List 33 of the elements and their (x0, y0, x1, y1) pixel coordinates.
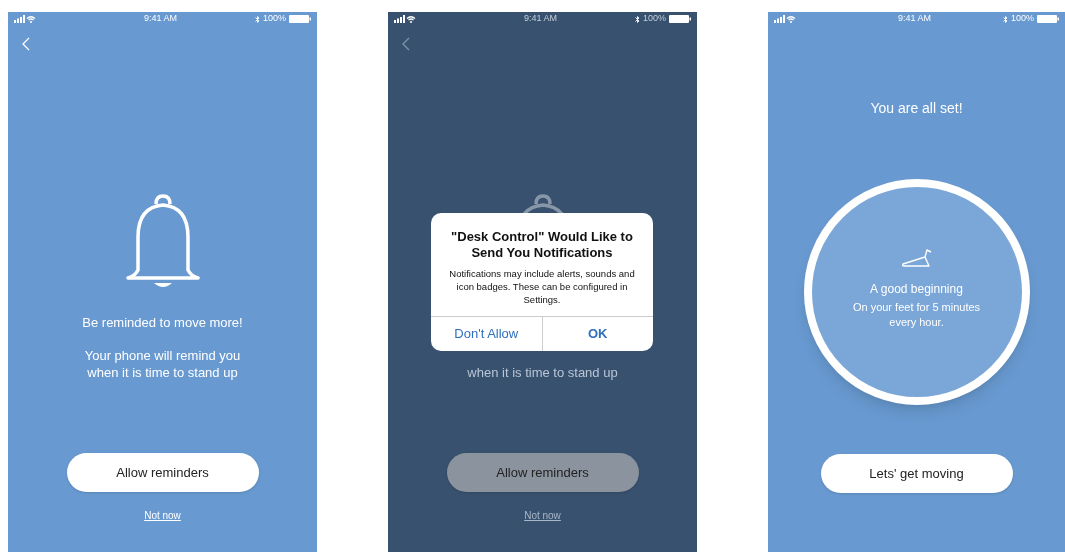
bluetooth-icon (1002, 14, 1008, 24)
signal-wifi-icon (394, 15, 416, 23)
card-text: On your feet for 5 minutes every hour. (851, 300, 982, 330)
card-heading: A good beginning (870, 281, 963, 298)
dialog-button[interactable]: Don't Allow (431, 317, 542, 351)
dialog-message: Notifications may include alerts, sounds and icon badges. These can be configured in Settings. (448, 267, 636, 307)
not-now-link[interactable]: Not now (144, 508, 181, 523)
bluetooth-icon (254, 14, 260, 24)
battery-percent: 100% (642, 12, 666, 26)
dialog-button[interactable]: OK (541, 317, 653, 351)
done-title: You are all set! (870, 99, 963, 118)
wedge-icon (900, 246, 933, 270)
allow-reminders-button[interactable]: Allow reminders (446, 453, 639, 492)
back-chevron-icon[interactable] (402, 37, 410, 51)
not-now-link[interactable]: Not now (524, 508, 561, 523)
signal-wifi-icon (774, 15, 796, 23)
battery-icon (1037, 15, 1059, 23)
battery-icon (669, 15, 691, 23)
reminder-title: Be reminded to move more! (82, 313, 243, 332)
status-time: 9:41 AM (896, 12, 931, 26)
reminder-text: when it is time to stand up (87, 364, 238, 381)
signal-wifi-icon (14, 15, 36, 23)
battery-icon (289, 15, 311, 23)
status-time: 9:41 AM (142, 12, 177, 26)
bluetooth-icon (634, 14, 640, 24)
battery-percent: 100% (1010, 12, 1034, 26)
dialog-title: "Desk Control" Would Like to Send You Notifications (450, 228, 634, 261)
status-time: 9:41 AM (522, 12, 557, 26)
reminder-text: when it is time to stand up (467, 364, 618, 381)
battery-percent: 100% (262, 12, 286, 26)
allow-reminders-button[interactable]: Allow reminders (66, 453, 259, 492)
reminder-text: Your phone will remind you (84, 347, 241, 364)
get-moving-button[interactable]: Lets' get moving (820, 454, 1013, 493)
